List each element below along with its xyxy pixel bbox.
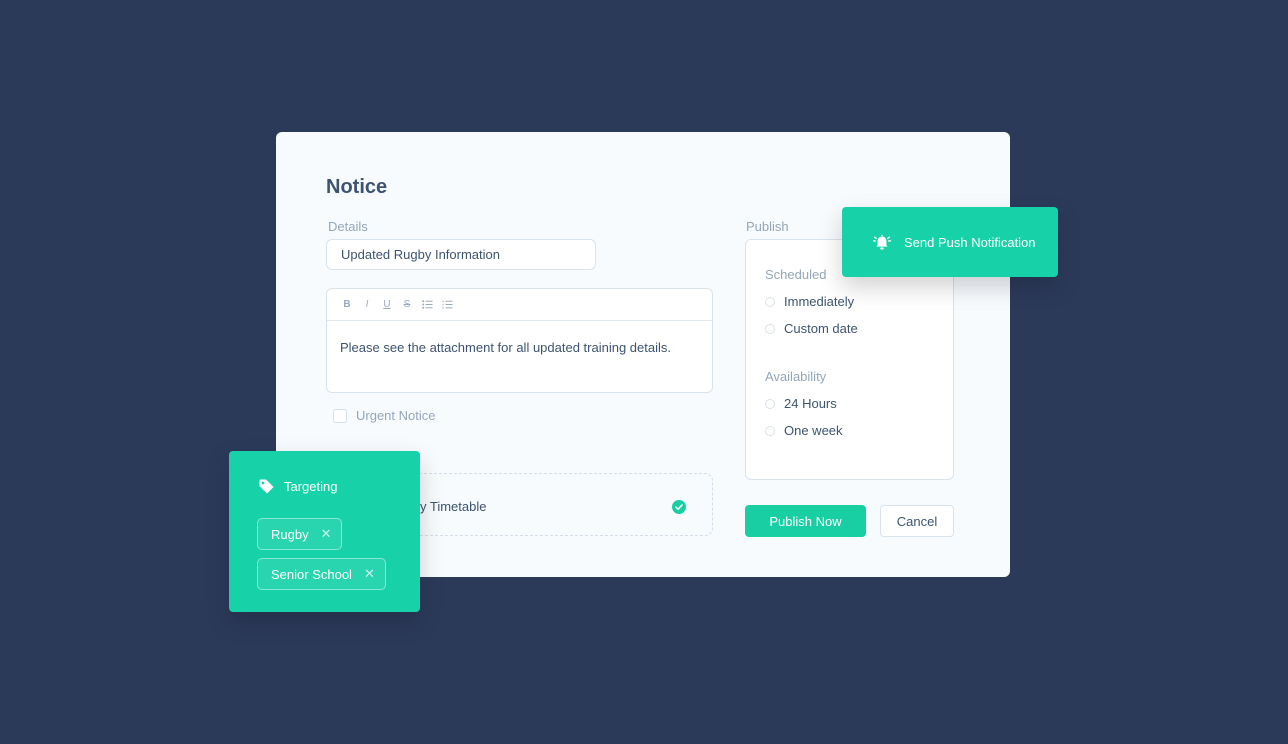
radio-label: Immediately: [784, 294, 855, 309]
tag-chip-senior-school[interactable]: Senior School ✕: [257, 558, 386, 590]
italic-icon[interactable]: I: [361, 299, 373, 311]
numbered-list-icon[interactable]: [441, 299, 453, 311]
urgent-notice-checkbox-row[interactable]: Urgent Notice: [333, 408, 435, 423]
radio-immediately[interactable]: Immediately: [765, 294, 854, 309]
attachment-dropzone[interactable]: y Timetable: [396, 473, 713, 536]
urgent-notice-checkbox[interactable]: [333, 408, 347, 423]
tag-icon: [258, 478, 275, 495]
tag-label: Senior School: [271, 566, 352, 582]
push-notification-label: Send Push Notification: [904, 234, 1036, 250]
radio-button[interactable]: [765, 296, 775, 307]
check-circle-icon: [672, 500, 686, 514]
alarm-bell-icon: [872, 233, 892, 251]
details-label: Details: [328, 219, 368, 234]
bold-icon[interactable]: B: [341, 299, 353, 311]
bulleted-list-icon[interactable]: [421, 299, 433, 311]
strikethrough-icon[interactable]: S: [401, 299, 413, 311]
urgent-notice-label: Urgent Notice: [356, 408, 436, 423]
close-icon[interactable]: ✕: [321, 526, 332, 542]
radio-24-hours[interactable]: 24 Hours: [765, 396, 837, 411]
editor-toolbar: B I U S: [327, 289, 712, 321]
radio-one-week[interactable]: One week: [765, 423, 843, 438]
radio-label: One week: [784, 423, 843, 438]
radio-label: 24 Hours: [784, 396, 837, 411]
publish-label: Publish: [746, 219, 789, 234]
publish-now-button[interactable]: Publish Now: [745, 505, 866, 537]
close-icon[interactable]: ✕: [364, 566, 375, 582]
scheduled-label: Scheduled: [765, 267, 827, 282]
targeting-header: Targeting: [258, 478, 337, 495]
editor-content[interactable]: Please see the attachment for all update…: [340, 340, 671, 355]
tag-chip-rugby[interactable]: Rugby ✕: [257, 518, 343, 550]
radio-button[interactable]: [765, 425, 775, 436]
availability-label: Availability: [765, 369, 827, 384]
radio-custom-date[interactable]: Custom date: [765, 321, 858, 336]
attachment-name: y Timetable: [420, 499, 487, 514]
page-title: Notice: [326, 176, 388, 198]
targeting-card: Targeting Rugby ✕ Senior School ✕: [229, 451, 420, 612]
send-push-notification-button[interactable]: Send Push Notification: [842, 207, 1058, 277]
cancel-button[interactable]: Cancel: [880, 505, 954, 537]
tag-label: Rugby: [271, 526, 309, 542]
details-input[interactable]: Updated Rugby Information: [326, 239, 596, 270]
underline-icon[interactable]: U: [381, 299, 393, 311]
radio-button[interactable]: [765, 323, 775, 334]
radio-button[interactable]: [765, 398, 775, 409]
stage: Notice Details Updated Rugby Information…: [0, 0, 1288, 744]
targeting-label: Targeting: [284, 479, 338, 494]
radio-label: Custom date: [784, 321, 858, 336]
rich-text-editor[interactable]: B I U S Please see the attachment for al…: [326, 288, 713, 393]
